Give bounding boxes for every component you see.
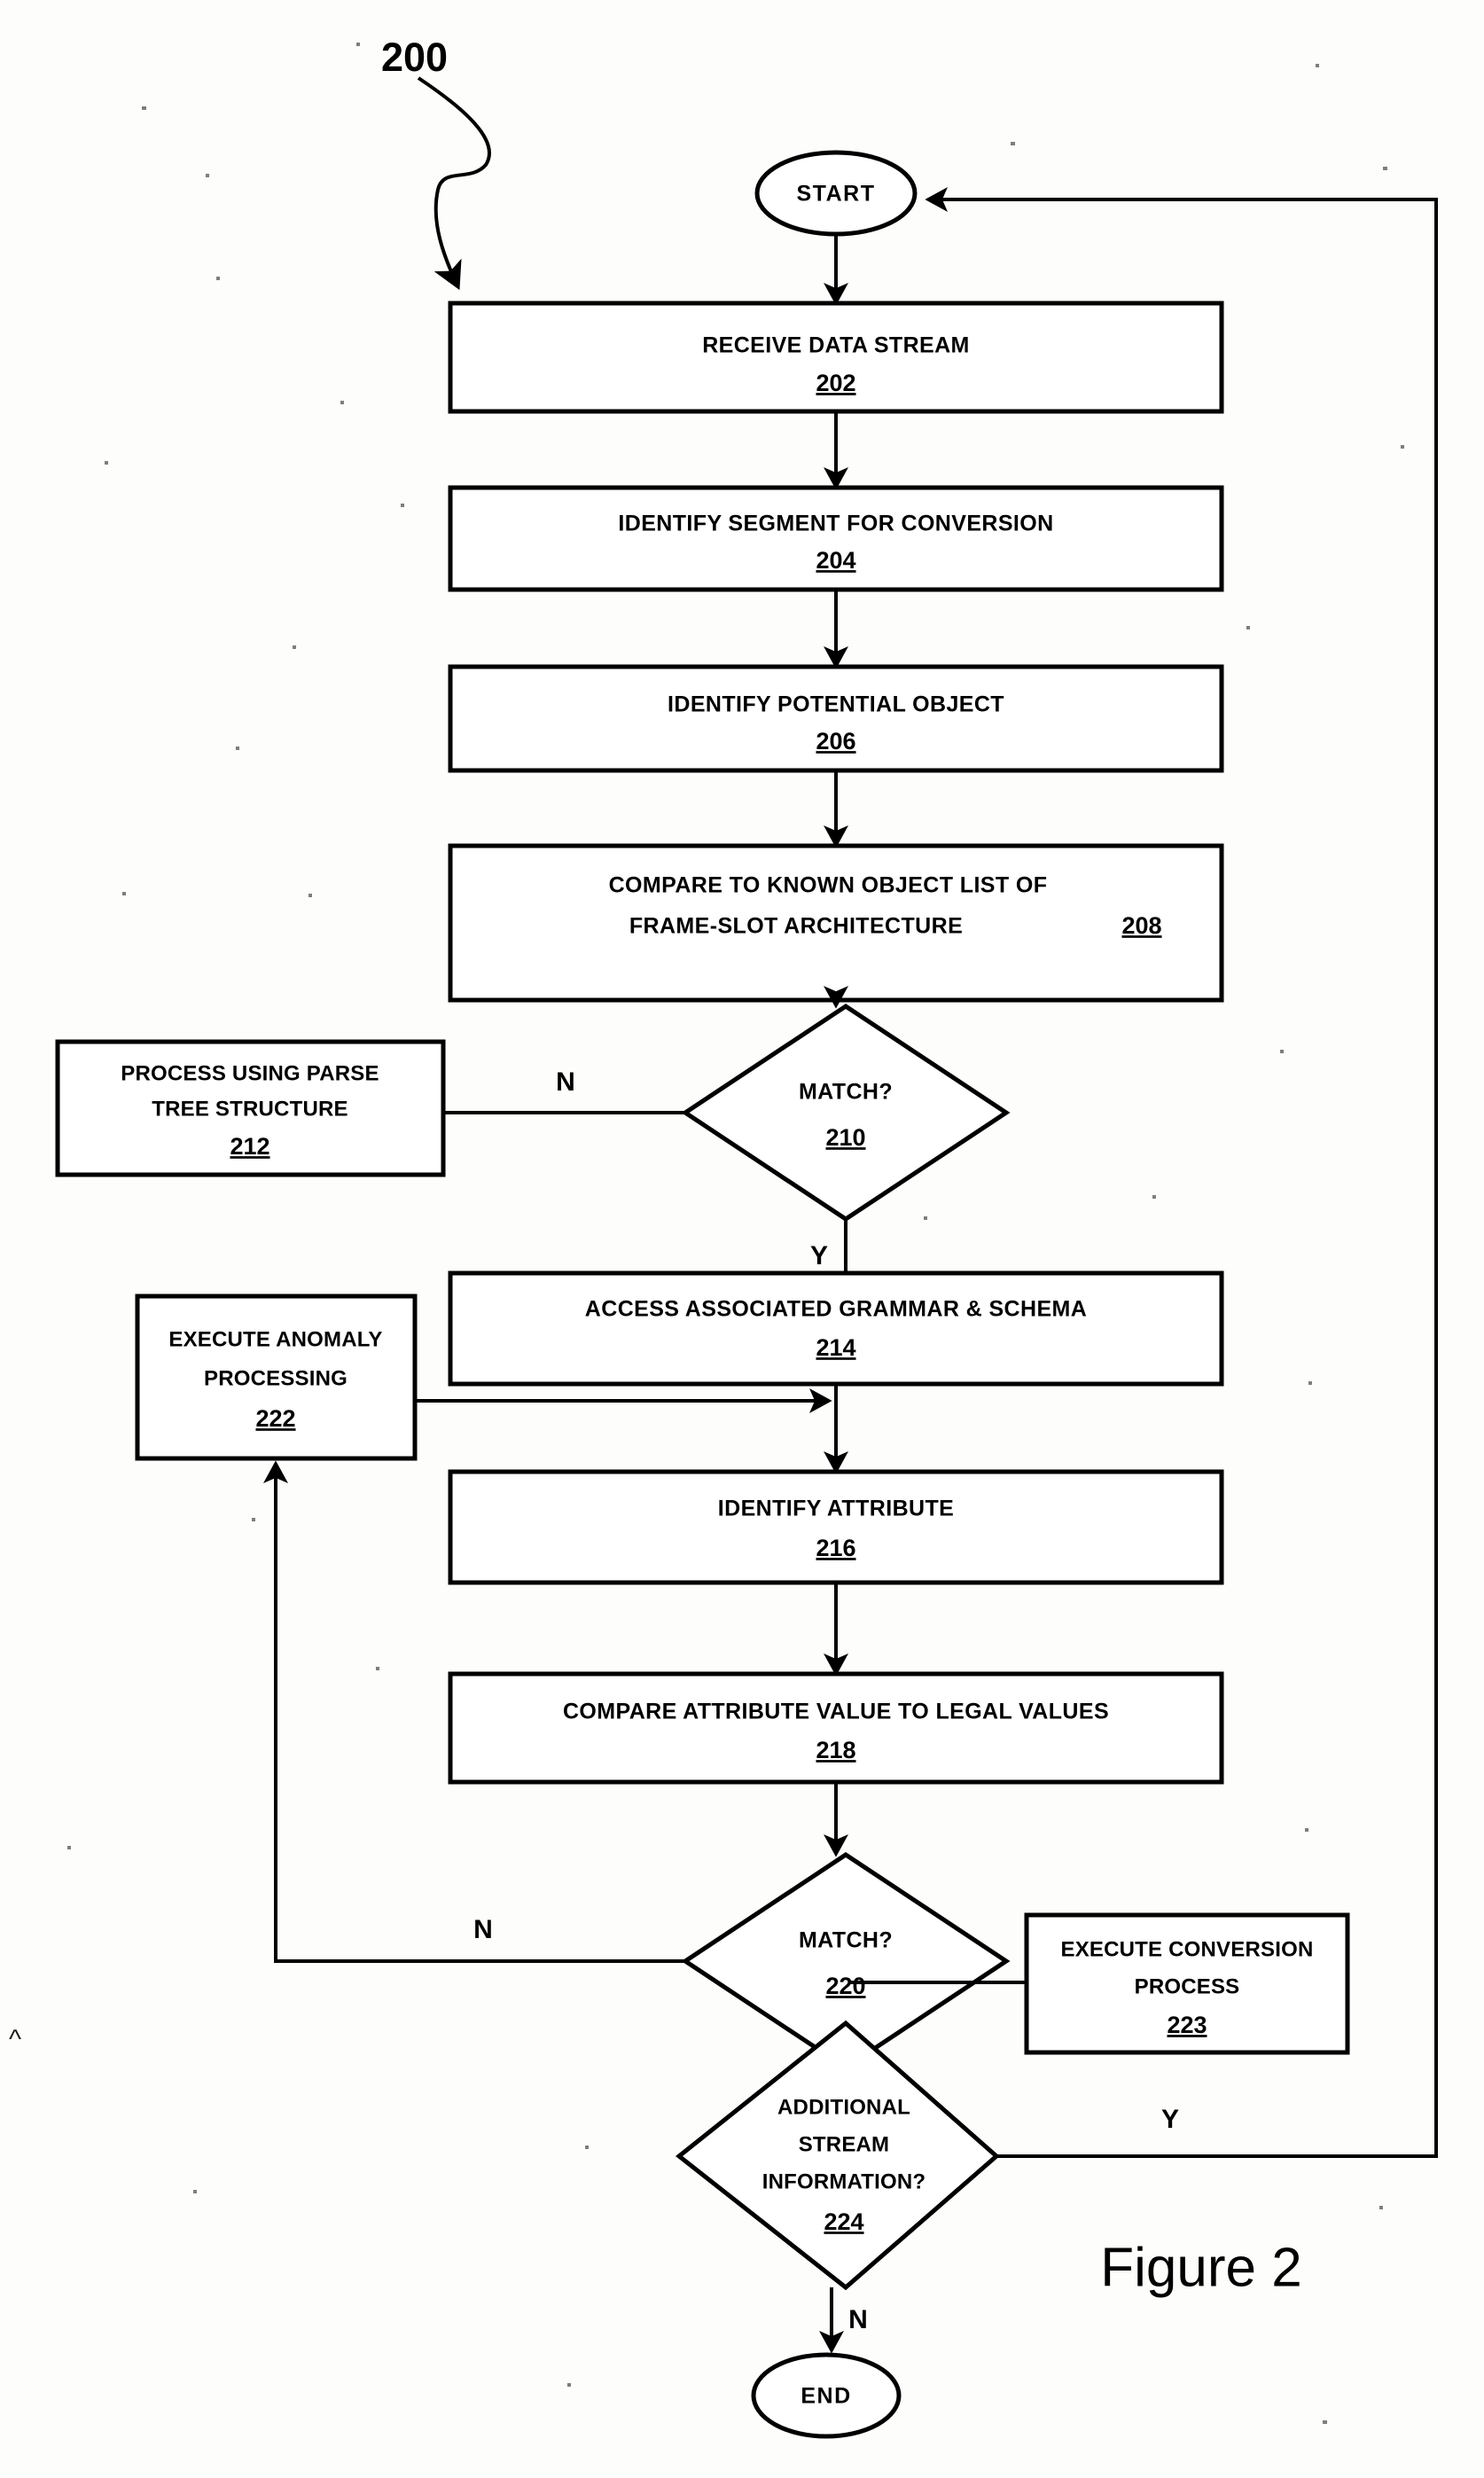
figure-caption: Figure 2 [1100,2237,1301,2298]
figure-callout-number: 200 [381,35,448,80]
node-204-label: IDENTIFY SEGMENT FOR CONVERSION [618,512,1053,536]
node-222-label-line2: PROCESSING [204,1366,348,1390]
node-218-ref: 218 [816,1737,855,1763]
node-222-label-line1: EXECUTE ANOMALY [168,1327,382,1351]
node-204-identify-segment [448,485,1224,592]
node-223-label-line1: EXECUTE CONVERSION [1061,1937,1314,1961]
flowchart-canvas: 200 START RECEIVE DATA STREAM 202 IDENTI… [9,35,1438,2439]
node-220-ref: 220 [825,1973,865,1999]
callout-leader-line [417,76,491,291]
node-224-ref: 224 [824,2208,863,2235]
node-224-label-line1: ADDITIONAL [777,2095,910,2119]
terminal-end-label: END [801,2384,851,2409]
branch-label-210-no: N [556,1067,575,1097]
node-220-label: MATCH? [799,1928,893,1953]
node-204-ref: 204 [816,547,855,574]
node-210-match-decision [681,1004,1011,1222]
node-218-label: COMPARE ATTRIBUTE VALUE TO LEGAL VALUES [563,1700,1109,1724]
node-218-compare-attribute-value [448,1671,1224,1785]
node-208-label-line2: FRAME-SLOT ARCHITECTURE [629,914,963,939]
node-208-ref: 208 [1121,912,1161,939]
node-224-label-line2: STREAM [799,2132,890,2156]
node-216-identify-attribute [448,1469,1224,1585]
node-216-label: IDENTIFY ATTRIBUTE [718,1497,954,1521]
branch-label-224-yes: Y [1161,2105,1179,2134]
node-214-ref: 214 [816,1334,855,1361]
node-206-ref: 206 [816,728,855,754]
node-216-ref: 216 [816,1535,855,1561]
node-210-ref: 210 [825,1124,865,1151]
node-212-ref: 212 [230,1133,269,1160]
node-212-label-line2: TREE STRUCTURE [152,1097,348,1121]
node-212-label-line1: PROCESS USING PARSE [121,1061,379,1085]
branch-label-210-yes: Y [810,1241,828,1270]
node-202-ref: 202 [816,370,855,396]
node-208-label-line1: COMPARE TO KNOWN OBJECT LIST OF [609,873,1048,898]
node-223-label-line2: PROCESS [1135,1974,1240,1998]
node-224-label-line3: INFORMATION? [762,2169,926,2193]
branch-label-224-no: N [848,2305,868,2334]
node-223-ref: 223 [1167,2012,1207,2038]
scan-artifact-caret: ^ [9,2025,21,2054]
node-202-label: RECEIVE DATA STREAM [702,333,970,358]
patent-figure-page: 200 START RECEIVE DATA STREAM 202 IDENTI… [0,0,1484,2478]
branch-label-220-no: N [473,1915,493,1944]
node-206-identify-potential-object [448,664,1224,773]
node-222-ref: 222 [255,1405,295,1432]
node-210-label: MATCH? [799,1080,893,1105]
node-206-label: IDENTIFY POTENTIAL OBJECT [668,692,1004,717]
terminal-start-label: START [797,182,876,207]
node-214-access-grammar-schema [448,1270,1224,1387]
node-214-label: ACCESS ASSOCIATED GRAMMAR & SCHEMA [585,1297,1087,1322]
